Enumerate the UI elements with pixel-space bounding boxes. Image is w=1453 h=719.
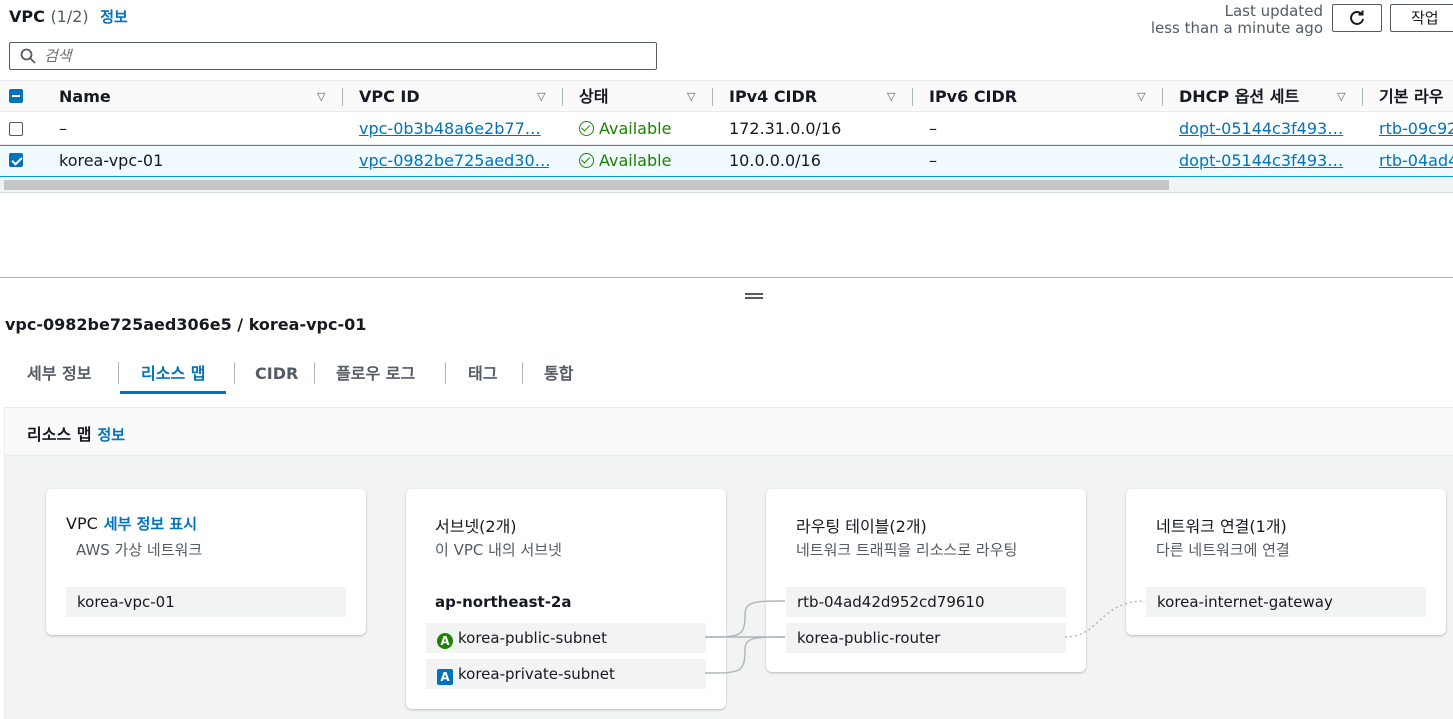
last-updated-label: Last updated: [1224, 2, 1323, 20]
cell-route-link[interactable]: rtb-09c92: [1379, 113, 1453, 145]
public-subnet-icon: A: [437, 633, 453, 649]
column-header-status[interactable]: 상태: [579, 81, 608, 113]
column-divider[interactable]: [1162, 88, 1163, 106]
scrollbar-thumb[interactable]: [4, 180, 1169, 190]
resource-map-header: 리소스 맵 정보: [5, 408, 1453, 456]
availability-zone-label: ap-northeast-2a: [435, 593, 572, 611]
title-text: VPC: [9, 7, 45, 26]
cell-status: Available: [579, 113, 709, 145]
table-row[interactable]: – vpc-0b3b48a6e2b77… Available 172.31.0.…: [0, 113, 1453, 145]
tab-integrations[interactable]: 통합: [544, 358, 573, 394]
cell-status: Available: [579, 145, 709, 177]
card-subtitle: 이 VPC 내의 서브넷: [435, 541, 562, 559]
split-panel-divider: [0, 277, 1453, 278]
resource-map-panel: 리소스 맵 정보 VPC 세부 정보 표시 AWS 가상 네트워크 korea-vp…: [4, 407, 1453, 719]
drag-handle-icon[interactable]: [745, 293, 763, 299]
show-details-link[interactable]: 세부 정보 표시: [104, 515, 197, 533]
network-connection-card: 네트워크 연결(1개) 다른 네트워크에 연결 korea-internet-g…: [1126, 489, 1446, 635]
tab-cidr[interactable]: CIDR: [255, 358, 298, 394]
column-divider[interactable]: [912, 88, 913, 106]
tab-divider: [522, 362, 523, 384]
actions-button[interactable]: 작업: [1390, 4, 1453, 32]
divider: [0, 192, 1453, 193]
tab-tags[interactable]: 태그: [468, 358, 497, 394]
tab-divider: [445, 362, 446, 384]
column-header-ipv6[interactable]: IPv6 CIDR: [929, 81, 1017, 113]
column-header-name[interactable]: Name: [59, 81, 111, 113]
last-updated-value: less than a minute ago: [1150, 19, 1323, 37]
check-circle-icon: [579, 153, 594, 168]
refresh-button[interactable]: [1332, 4, 1382, 32]
cell-ipv6: –: [929, 119, 937, 138]
tab-details[interactable]: 세부 정보: [27, 358, 91, 394]
search-field[interactable]: [9, 42, 657, 70]
card-title: 라우팅 테이블(2개): [796, 517, 927, 536]
search-icon: [20, 48, 36, 64]
column-divider[interactable]: [712, 88, 713, 106]
tab-divider: [234, 362, 235, 384]
subnet-card: 서브넷(2개) 이 VPC 내의 서브넷 ap-northeast-2a Ako…: [406, 489, 726, 709]
tab-resource-map[interactable]: 리소스 맵: [120, 358, 227, 394]
subnet-item-private[interactable]: Akorea-private-subnet: [426, 659, 706, 689]
column-header-vpc-id[interactable]: VPC ID: [359, 81, 420, 113]
cell-route-link[interactable]: rtb-04ad4: [1379, 145, 1453, 177]
vpc-item[interactable]: korea-vpc-01: [66, 587, 346, 617]
cell-dhcp-link[interactable]: dopt-05144c3f493…: [1179, 113, 1349, 145]
card-title: 네트워크 연결(1개): [1156, 517, 1287, 536]
subnet-item-public[interactable]: Akorea-public-subnet: [426, 623, 706, 653]
vpc-card: VPC 세부 정보 표시 AWS 가상 네트워크 korea-vpc-01: [46, 489, 366, 635]
info-link[interactable]: 정보: [97, 426, 125, 444]
table-header: Name ▽ VPC ID ▽ 상태 ▽ IPv4 CIDR ▽ IPv6 CI…: [0, 80, 1453, 112]
column-header-dhcp[interactable]: DHCP 옵션 세트: [1179, 81, 1299, 113]
row-checkbox[interactable]: [9, 122, 23, 136]
tab-flow-logs[interactable]: 플로우 로그: [336, 358, 415, 394]
cell-name: korea-vpc-01: [59, 151, 164, 170]
card-subtitle: 다른 네트워크에 연결: [1156, 541, 1290, 559]
tab-divider: [314, 362, 315, 384]
last-updated: Last updated less than a minute ago: [1151, 3, 1323, 37]
row-checkbox[interactable]: [9, 153, 23, 167]
route-table-item[interactable]: korea-public-router: [786, 623, 1066, 653]
cell-dhcp-link[interactable]: dopt-05144c3f493…: [1179, 145, 1349, 177]
column-divider[interactable]: [1362, 88, 1363, 106]
route-table-item[interactable]: rtb-04ad42d952cd79610: [786, 587, 1066, 617]
cell-ipv6: –: [929, 151, 937, 170]
card-title: 서브넷(2개): [435, 517, 517, 536]
info-link[interactable]: 정보: [100, 8, 128, 26]
card-title: VPC 세부 정보 표시: [66, 514, 198, 533]
card-subtitle: 네트워크 트래픽을 리소스로 라우팅: [796, 541, 1018, 559]
route-table-card: 라우팅 테이블(2개) 네트워크 트래픽을 리소스로 라우팅 rtb-04ad4…: [766, 489, 1086, 672]
cell-vpc-id-link[interactable]: vpc-0b3b48a6e2b77…: [359, 113, 549, 145]
horizontal-scrollbar[interactable]: [0, 178, 1453, 192]
column-header-ipv4[interactable]: IPv4 CIDR: [729, 81, 817, 113]
cell-ipv4: 10.0.0.0/16: [729, 151, 821, 170]
tab-divider: [118, 362, 119, 384]
card-subtitle: AWS 가상 네트워크: [76, 541, 203, 559]
detail-title: vpc-0982be725aed306e5 / korea-vpc-01: [5, 315, 367, 334]
select-all-checkbox[interactable]: [9, 89, 23, 103]
private-subnet-icon: A: [437, 669, 453, 685]
check-circle-icon: [579, 121, 594, 136]
page-title: VPC (1/2) 정보: [9, 6, 128, 27]
search-input[interactable]: [44, 47, 624, 65]
cell-vpc-id-link[interactable]: vpc-0982be725aed30…: [359, 145, 549, 177]
column-header-main-route[interactable]: 기본 라우: [1379, 81, 1443, 113]
selection-count: (1/2): [50, 7, 89, 26]
table-row-selected[interactable]: korea-vpc-01 vpc-0982be725aed30… Availab…: [0, 145, 1453, 177]
column-divider[interactable]: [342, 88, 343, 106]
refresh-icon: [1350, 10, 1364, 25]
cell-name: –: [59, 119, 67, 138]
column-divider[interactable]: [562, 88, 563, 106]
network-connection-item[interactable]: korea-internet-gateway: [1146, 587, 1426, 617]
vpc-list-header: VPC (1/2) 정보 Last updated less than a mi…: [0, 0, 1453, 40]
resource-map-title: 리소스 맵 정보: [27, 425, 126, 444]
cell-ipv4: 172.31.0.0/16: [729, 119, 842, 138]
